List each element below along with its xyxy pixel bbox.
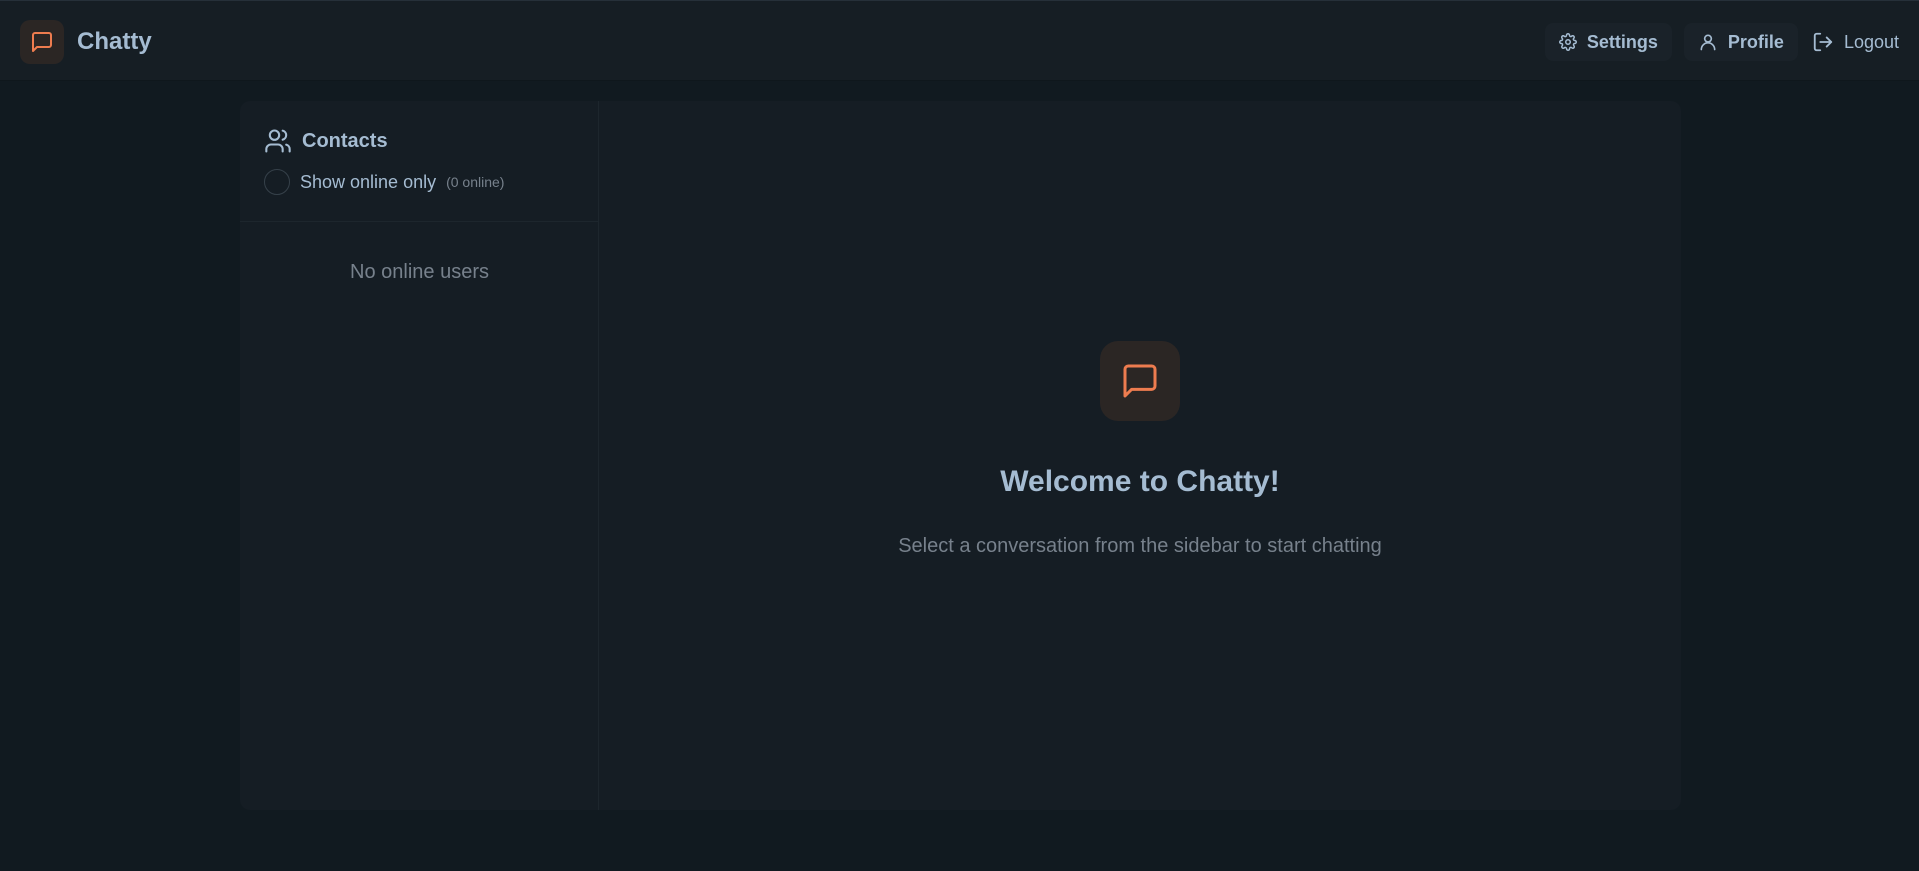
profile-button[interactable]: Profile — [1683, 23, 1798, 61]
contacts-title: Contacts — [302, 129, 388, 152]
logout-button[interactable]: Logout — [1810, 23, 1901, 61]
welcome-panel: Welcome to Chatty! Select a conversation… — [599, 101, 1681, 810]
show-online-checkbox[interactable] — [264, 169, 290, 195]
welcome-icon-badge — [1100, 341, 1180, 421]
sidebar-header: Contacts Show online only (0 online) — [240, 101, 598, 222]
settings-button[interactable]: Settings — [1544, 23, 1672, 61]
brand-home-link[interactable]: Chatty — [20, 20, 152, 64]
gear-icon — [1558, 33, 1577, 51]
welcome-subtitle: Select a conversation from the sidebar t… — [898, 535, 1382, 557]
message-square-icon — [32, 32, 52, 52]
contacts-heading: Contacts — [264, 127, 574, 155]
empty-users-message: No online users — [350, 261, 489, 283]
profile-label: Profile — [1727, 31, 1784, 52]
online-filter: Show online only (0 online) — [264, 169, 574, 195]
user-icon — [1700, 34, 1716, 51]
message-square-icon — [1123, 364, 1157, 398]
online-count: (0 online) — [446, 174, 505, 190]
brand-logo — [20, 20, 64, 64]
logout-icon — [1813, 32, 1833, 52]
chat-container: Contacts Show online only (0 online) No … — [240, 101, 1681, 810]
users-icon — [265, 129, 291, 153]
settings-label: Settings — [1586, 31, 1658, 52]
logout-label: Logout — [1843, 31, 1899, 52]
contacts-sidebar: Contacts Show online only (0 online) No … — [240, 101, 599, 810]
app-title: Chatty — [77, 28, 152, 55]
show-online-label[interactable]: Show online only — [300, 172, 436, 193]
navbar: Chatty Settings Profile Logout — [0, 0, 1919, 81]
welcome-title: Welcome to Chatty! — [1000, 465, 1280, 498]
nav-actions: Settings Profile Logout — [1544, 23, 1901, 61]
